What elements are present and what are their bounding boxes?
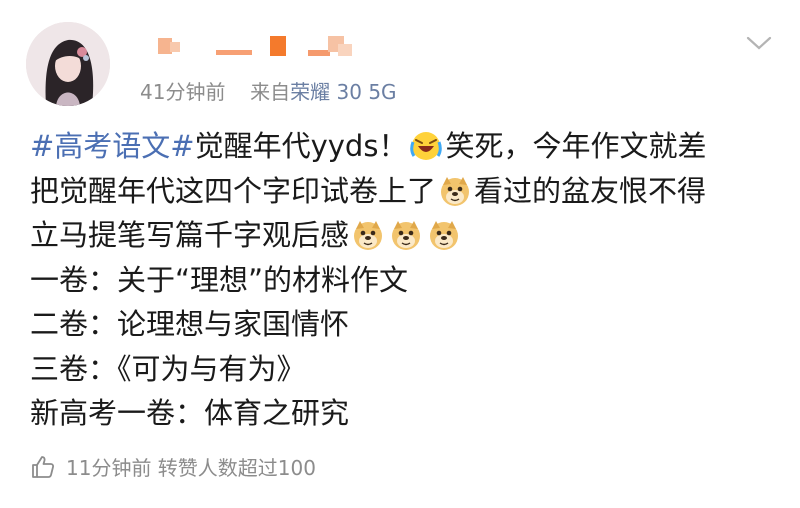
content-text: 笑死，今年作文就差: [445, 129, 707, 163]
content-text: 立马提笔写篇千字观后感: [30, 218, 350, 252]
hashtag-link[interactable]: #高考语文#: [30, 124, 195, 169]
doge-emoji: [390, 219, 422, 251]
content-line-7: 新高考一卷：体育之研究: [30, 391, 780, 436]
laughing-crying-emoji: [410, 130, 443, 162]
content-text: 看过的盆友恨不得: [474, 173, 707, 208]
doge-emoji: [352, 219, 384, 251]
username-blurred[interactable]: [158, 36, 368, 58]
content-text: 把觉醒年代这四个字印试卷上了: [30, 173, 437, 208]
content-text: 三卷：《可为与有为》: [30, 351, 306, 386]
post-content: #高考语文# 觉醒年代yyds！ 笑死，今年作文就差 把觉醒年代这四个字印试卷上…: [30, 124, 780, 436]
content-line-1: #高考语文# 觉醒年代yyds！ 笑死，今年作文就差: [30, 124, 780, 169]
post-time: 41分钟前: [140, 80, 226, 104]
doge-emoji: [439, 175, 471, 207]
footer-text: 11分钟前 转赞人数超过100: [66, 456, 316, 480]
post-meta: 41分钟前 来自荣耀 30 5G: [140, 76, 397, 105]
content-line-5: 二卷：论理想与家国情怀: [30, 302, 780, 347]
chevron-down-icon[interactable]: [746, 34, 772, 52]
content-text: 新高考一卷：体育之研究: [30, 396, 350, 430]
post-source-prefix: 来自: [250, 80, 291, 104]
content-line-6: 三卷：《可为与有为》: [30, 347, 780, 392]
content-line-4: 一卷：关于“理想”的材料作文: [30, 258, 780, 303]
post-footer: 11分钟前 转赞人数超过100: [30, 452, 316, 481]
content-line-2: 把觉醒年代这四个字印试卷上了 看过的盆友恨不得: [30, 169, 780, 214]
content-text: 觉醒年代yyds！: [194, 129, 408, 163]
post-source-device[interactable]: 荣耀 30 5G: [290, 80, 396, 104]
content-line-3: 立马提笔写篇千字观后感: [30, 213, 780, 258]
content-text: 一卷：关于“理想”的材料作文: [30, 262, 409, 297]
doge-emoji: [428, 219, 460, 251]
content-text: 二卷：论理想与家国情怀: [30, 307, 350, 341]
thumbs-up-icon[interactable]: [30, 454, 56, 480]
avatar[interactable]: [26, 22, 110, 106]
